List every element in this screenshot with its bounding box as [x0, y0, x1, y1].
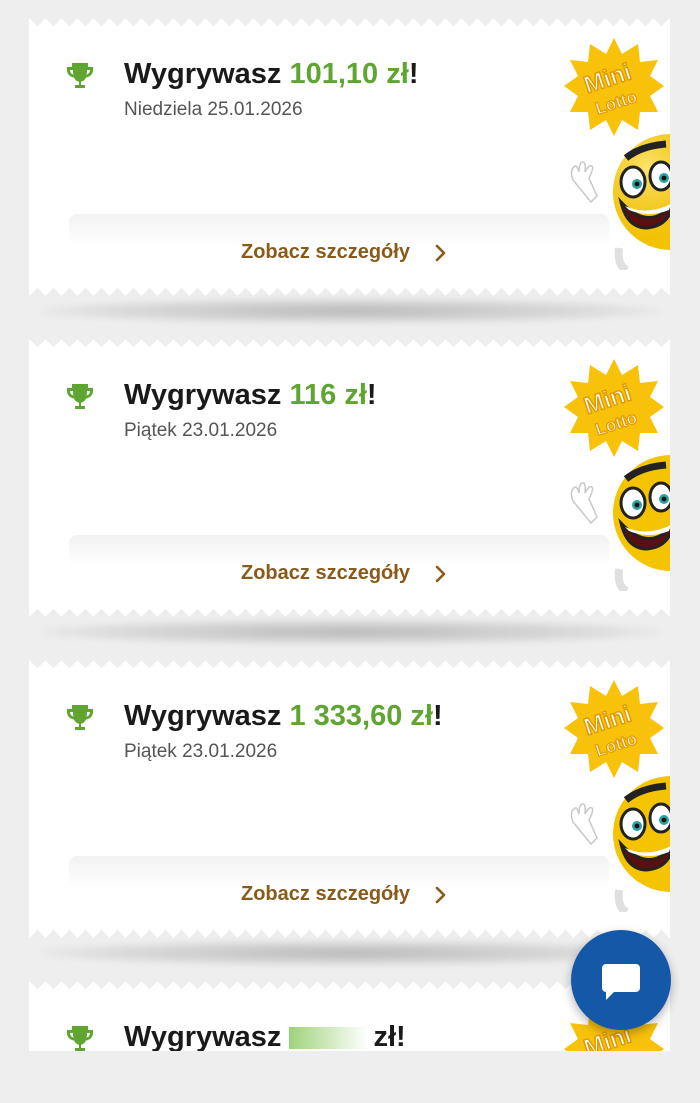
chevron-right-icon[interactable]	[434, 886, 448, 904]
mascot-ball-icon	[570, 776, 670, 912]
win-amount: 116 zł	[289, 379, 367, 411]
card-shadow	[40, 940, 660, 966]
card-shadow	[40, 298, 660, 324]
mini-lotto-logo: Mini Lotto	[564, 359, 664, 457]
trophy-icon	[67, 384, 93, 409]
chat-button[interactable]	[571, 930, 671, 1030]
win-amount: 101,10 zł	[289, 58, 409, 90]
trophy-icon	[67, 63, 93, 88]
draw-date: Piątek 23.01.2026	[124, 420, 278, 441]
details-link[interactable]: Zobacz szczegóły	[241, 562, 410, 585]
mini-lotto-logo: Mini Lotto	[564, 38, 664, 136]
win-title: Wygrywasz 1 333,60 zł!	[124, 700, 443, 732]
draw-date: Piątek 23.01.2026	[124, 741, 278, 762]
chat-bubble-icon	[602, 964, 640, 1000]
chevron-right-icon[interactable]	[434, 565, 448, 583]
win-title: Wygrywasz 116 zł!	[124, 379, 377, 411]
draw-date: Niedziela 25.01.2026	[124, 99, 303, 120]
mascot-ball-icon	[570, 134, 670, 270]
card-shadow	[40, 619, 660, 645]
win-amount: 1 333,60 zł	[289, 700, 433, 732]
details-link[interactable]: Zobacz szczegóły	[241, 883, 410, 906]
amount-hidden	[289, 1027, 368, 1050]
trophy-icon	[67, 705, 93, 730]
details-link[interactable]: Zobacz szczegóły	[241, 241, 410, 264]
win-card: Wygrywasz 1 333,60 zł! Piątek 23.01.2026…	[29, 660, 670, 938]
win-title: Wygrywasz zł!	[124, 1021, 406, 1053]
chevron-right-icon[interactable]	[434, 244, 448, 262]
win-card: Wygrywasz 116 zł! Piątek 23.01.2026 Zoba…	[29, 339, 670, 617]
win-title: Wygrywasz 101,10 zł!	[124, 58, 419, 90]
mini-lotto-logo: Mini Lotto	[564, 680, 664, 778]
win-amount: zł	[373, 1021, 397, 1053]
mascot-ball-icon	[570, 455, 670, 591]
win-card: Wygrywasz 101,10 zł! Niedziela 25.01.202…	[29, 18, 670, 296]
trophy-icon	[67, 1026, 93, 1051]
